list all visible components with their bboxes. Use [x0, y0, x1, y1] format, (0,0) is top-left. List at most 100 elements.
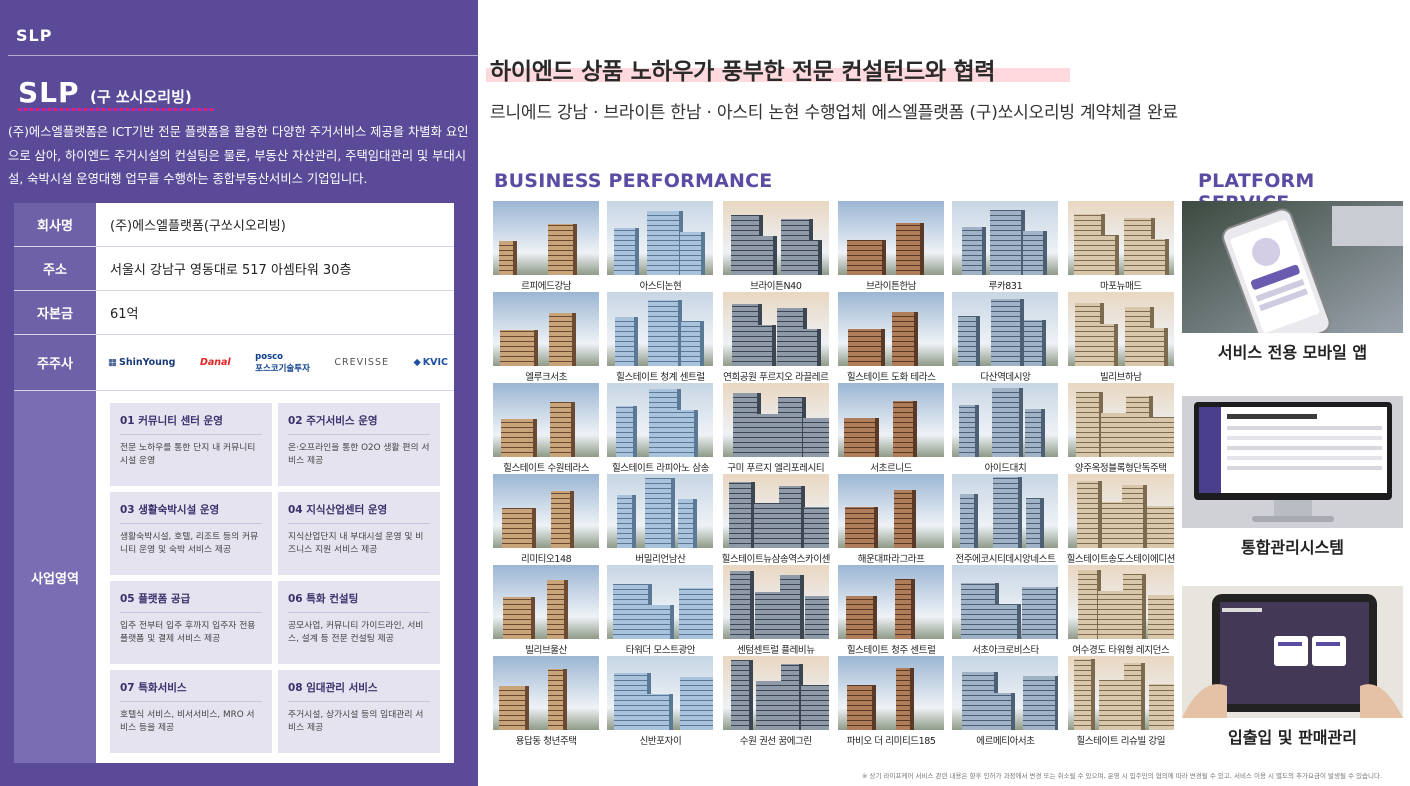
building-graphic — [1149, 328, 1168, 366]
project-photo — [838, 656, 945, 730]
building-graphic — [1147, 595, 1174, 639]
project-photo — [838, 383, 945, 457]
project-grid: 르피에드강남 아스티논현 브라이튼N40 브라이튼한남 루카831 마포뉴매드 엘루크서초 힐… — [493, 201, 1175, 747]
project-item: 힐스테이트 라피아노 삼송 — [607, 383, 714, 474]
project-name: 힐스테이트송도스테이에디션 — [1066, 554, 1176, 565]
project-photo — [952, 474, 1059, 548]
project-photo — [607, 383, 714, 457]
building-graphic — [680, 677, 714, 730]
building-graphic — [499, 241, 518, 275]
building-graphic — [614, 673, 652, 730]
project-photo — [1067, 383, 1174, 457]
project-name: 아스티논현 — [639, 281, 682, 292]
building-graphic — [802, 418, 829, 457]
project-photo — [493, 565, 600, 639]
building-graphic — [778, 486, 805, 548]
building-graphic — [958, 316, 981, 366]
project-photo — [1067, 656, 1174, 730]
shareholder-logos: ▦ ShinYoung Danal posco 포스코기술투자 CREVISSE ◆… — [108, 335, 448, 390]
business-card: 07 특화서비스호텔식 서비스, 비서서비스, MRO 서비스 등을 제공 — [110, 670, 272, 753]
project-photo — [1067, 565, 1174, 639]
building-graphic — [894, 490, 917, 548]
building-graphic — [847, 240, 887, 275]
business-desc: 입주 전부터 입주 후까지 입주자 전용 플랫폼 및 결제 서비스 제공 — [120, 621, 256, 644]
project-photo — [1067, 201, 1174, 275]
business-title: 04 지식산업센터 운영 — [288, 502, 430, 524]
business-grid: 01 커뮤니티 센터 운영 전문 노하우를 통한 단지 내 커뮤니티 시설 운영 … — [110, 403, 440, 753]
business-card: 04 지식산업센터 운영 지식산업단지 내 부대시설 운영 및 비즈니스 지원 서… — [278, 492, 440, 575]
building-graphic — [848, 329, 886, 366]
business-desc: 호텔식 서비스, 비서서비스, MRO 서비스 등을 제공 — [120, 710, 255, 733]
project-name: 마포뉴매드 — [1099, 281, 1142, 292]
building-graphic — [1121, 485, 1147, 548]
building-graphic — [729, 571, 754, 639]
project-name: 신반포자이 — [639, 736, 682, 747]
building-graphic — [801, 329, 821, 366]
building-graphic — [647, 211, 684, 275]
building-graphic — [992, 388, 1024, 457]
project-photo — [607, 656, 714, 730]
building-graphic — [959, 405, 980, 457]
building-graphic — [679, 588, 714, 639]
project-photo — [722, 565, 829, 639]
building-graphic — [678, 499, 698, 548]
project-name: 버밀리언남산 — [635, 554, 686, 565]
project-item: 여수경도 타워형 레지던스 — [1067, 565, 1175, 656]
building-graphic — [681, 321, 705, 366]
building-graphic — [1022, 587, 1059, 639]
project-name: 해운대파라그라프 — [857, 554, 925, 565]
project-name: 힐스테이트 도화 테라스 — [846, 372, 936, 383]
building-graphic — [645, 478, 676, 548]
posco-logo: posco 포스코기술투자 — [255, 351, 310, 374]
label-shareholders: 주주사 — [14, 335, 96, 390]
project-name: 힐스테이트 수원테라스 — [503, 463, 590, 474]
project-name: 타워더 모스트광안 — [625, 645, 696, 656]
business-card: 08 임대관리 서비스 주거시설, 상가시설 등의 임대관리 서비스 제공 — [278, 670, 440, 753]
subheadline: 르니에드 강남 · 브라이튼 한남 · 아스티 논현 수행업체 에스엘플랫폼 (… — [490, 103, 1178, 123]
project-item: 르피에드강남 — [493, 201, 600, 292]
project-name: 센텀센트럴 플레비뉴 — [736, 645, 815, 656]
shinyoung-logo: ▦ ShinYoung — [108, 357, 176, 368]
building-graphic — [548, 669, 568, 730]
building-graphic — [1023, 676, 1059, 730]
project-item: 빌리브울산 — [493, 565, 600, 656]
service-caption: 통합관리시스템 — [1240, 538, 1345, 557]
building-graphic — [1145, 417, 1174, 457]
project-name: 파비오 더 리미티드185 — [846, 736, 936, 747]
project-item: 전주에코시티데시앙네스트 — [952, 474, 1059, 565]
business-performance-title: BUSINESS PERFORMANCE — [494, 170, 773, 192]
project-name: 힐스테이트뉴삼송역스카이센 — [721, 554, 831, 565]
business-title: 07 특화서비스 — [120, 680, 262, 702]
divider — [8, 55, 478, 56]
project-item: 브라이튼한남 — [838, 201, 945, 292]
project-photo — [722, 201, 829, 275]
value-capital: 61억 — [110, 307, 139, 322]
project-item: 타워더 모스트광안 — [607, 565, 714, 656]
business-card: 01 커뮤니티 센터 운영 전문 노하우를 통한 단지 내 커뮤니티 시설 운영 — [110, 403, 272, 486]
project-name: 힐스테이트 리슈빌 강일 — [1076, 736, 1166, 747]
brand-small: SLP — [16, 26, 53, 45]
slp-logo: SLP — [18, 76, 80, 109]
project-photo — [493, 656, 600, 730]
project-name: 빌리브하남 — [1099, 372, 1142, 383]
label-business: 사업영역 — [14, 391, 96, 763]
project-item: 다산역데시앙 — [952, 292, 1059, 383]
project-photo — [722, 383, 829, 457]
project-name: 구미 푸르지 엘리포레시티 — [727, 463, 825, 474]
project-name: 아이드대치 — [984, 463, 1027, 474]
project-item: 수원 권선 꿈에그린 — [722, 656, 830, 747]
project-name: 양주옥정블록형단독주택 — [1074, 463, 1167, 474]
building-graphic — [500, 330, 539, 366]
building-graphic — [503, 597, 536, 639]
danal-logo: Danal — [199, 357, 231, 368]
building-graphic — [780, 664, 803, 730]
building-graphic — [844, 418, 880, 457]
building-graphic — [730, 660, 753, 730]
project-photo — [493, 201, 600, 275]
project-name: 엘루크서초 — [525, 372, 567, 383]
row-address: 주소 서울시 강남구 영동대로 517 아셈타워 30층 — [14, 247, 454, 291]
project-item: 빌리브하남 — [1067, 292, 1175, 383]
business-title: 01 커뮤니티 센터 운영 — [120, 413, 262, 435]
project-photo — [952, 383, 1059, 457]
label-capital: 자본금 — [14, 291, 96, 334]
